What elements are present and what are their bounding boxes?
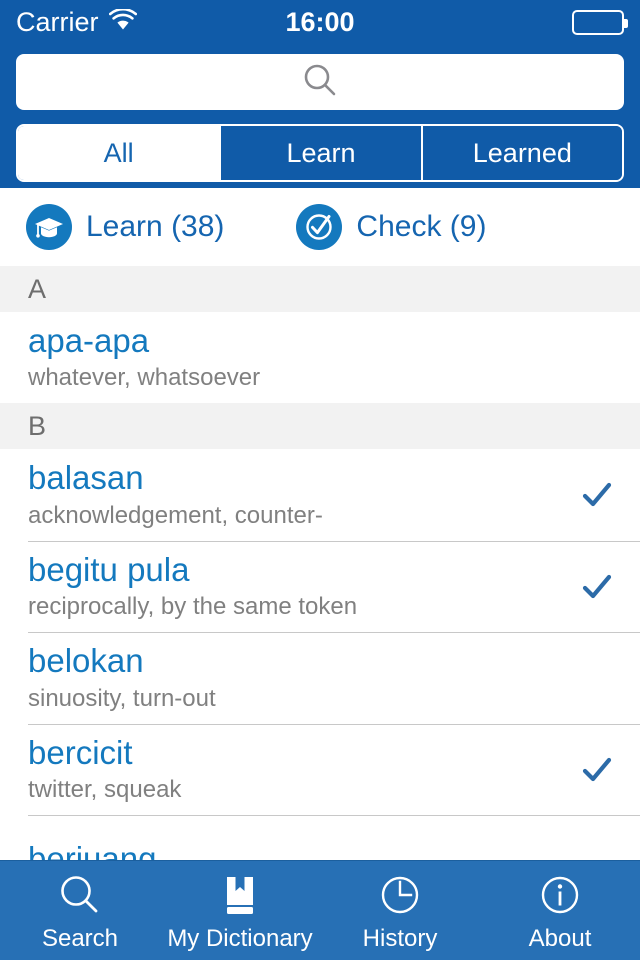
- info-icon: [537, 869, 583, 921]
- filter-segmented-control: All Learn Learned: [16, 124, 624, 182]
- check-button-label: Check (9): [356, 210, 487, 243]
- header: Carrier 16:00 All Learn Learned: [0, 0, 640, 188]
- tab-search[interactable]: Search: [0, 861, 160, 960]
- clock-icon: [377, 869, 423, 921]
- entry-term: berjuang: [28, 840, 157, 860]
- learned-check-icon: [580, 753, 614, 787]
- entry-term: apa-apa: [28, 322, 150, 359]
- entry-definition: reciprocally, by the same token: [28, 593, 358, 621]
- book-icon: [217, 869, 263, 921]
- status-bar-right: [572, 9, 628, 35]
- entry-term: belokan: [28, 642, 144, 680]
- entry-term: balasan: [28, 459, 144, 497]
- tab-bar: Search My Dictionary History About: [0, 860, 640, 960]
- list-item[interactable]: apa-apa whatever, whatsoever: [0, 312, 640, 404]
- graduation-cap-icon: [26, 204, 72, 250]
- section-header-b: B: [0, 403, 640, 450]
- section-header-letter: B: [28, 410, 47, 441]
- tab-history[interactable]: History: [320, 861, 480, 960]
- search-icon: [57, 869, 103, 921]
- entry-term: bercicit: [28, 733, 133, 771]
- check-button[interactable]: Check (9): [296, 204, 486, 250]
- tab-search-label: Search: [41, 924, 119, 952]
- tab-about-label: About: [528, 924, 592, 952]
- section-header-a: A: [0, 266, 640, 312]
- segment-all-label: All: [103, 137, 134, 168]
- list-item[interactable]: berjuang: [0, 815, 640, 860]
- tab-about[interactable]: About: [480, 861, 640, 960]
- search-bar: [0, 44, 640, 110]
- section-header-letter: A: [28, 273, 47, 304]
- segment-learned-label: Learned: [472, 137, 572, 168]
- action-bar: Learn (38) Check (9): [0, 188, 640, 266]
- tab-my-dictionary-label: My Dictionary: [167, 924, 313, 952]
- segment-learned[interactable]: Learned: [420, 126, 622, 180]
- segment-learn[interactable]: Learn: [219, 126, 421, 180]
- battery-icon: [572, 9, 628, 35]
- tab-my-dictionary[interactable]: My Dictionary: [160, 861, 320, 960]
- learned-check-icon: [580, 478, 614, 512]
- clock-label: 16:00: [285, 6, 355, 37]
- list-item[interactable]: bercicit twitter, squeak: [0, 723, 640, 816]
- status-bar: Carrier 16:00: [0, 0, 640, 44]
- tab-history-label: History: [362, 924, 438, 952]
- learn-button[interactable]: Learn (38): [26, 204, 224, 250]
- search-field[interactable]: [16, 54, 624, 110]
- entry-definition: acknowledgement, counter-: [28, 501, 323, 529]
- segment-learn-label: Learn: [286, 137, 356, 168]
- list-item[interactable]: begitu pula reciprocally, by the same to…: [0, 540, 640, 633]
- list-item[interactable]: balasan acknowledgement, counter-: [0, 449, 640, 541]
- entry-definition: whatever, whatsoever: [28, 364, 261, 392]
- learn-button-label: Learn (38): [86, 210, 225, 243]
- learned-check-icon: [580, 570, 614, 604]
- entry-definition: sinuosity, turn-out: [28, 684, 216, 712]
- segment-all[interactable]: All: [18, 126, 220, 180]
- app-screen: Carrier 16:00 All Learn Learned Learn (3…: [0, 0, 640, 960]
- status-bar-left: Carrier: [16, 7, 137, 38]
- check-circle-icon: [296, 204, 343, 250]
- entry-term: begitu pula: [28, 550, 190, 588]
- word-list[interactable]: A apa-apa whatever, whatsoever B balasan…: [0, 266, 640, 860]
- carrier-label: Carrier: [16, 6, 99, 37]
- list-item[interactable]: belokan sinuosity, turn-out: [0, 632, 640, 724]
- wifi-icon: [108, 7, 137, 36]
- entry-definition: twitter, squeak: [28, 776, 182, 804]
